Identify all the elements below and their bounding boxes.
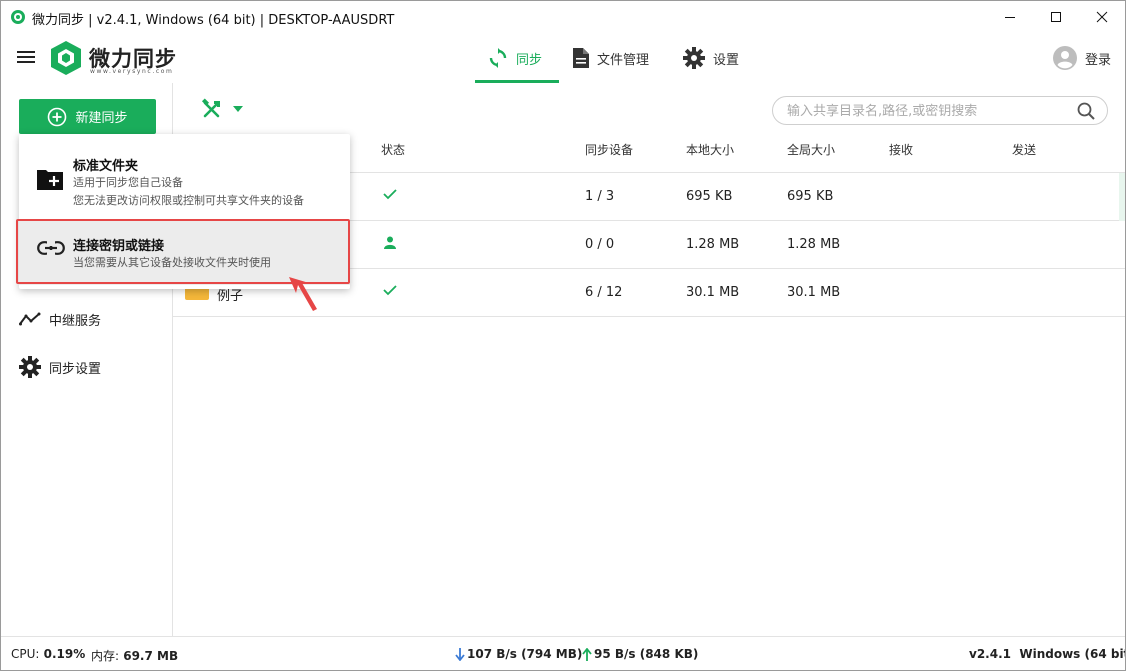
tab-file-manager-label: 文件管理 (597, 52, 650, 68)
row-global-size: 1.28 MB (787, 237, 841, 252)
login-label: 登录 (1085, 52, 1112, 68)
arrow-up-icon (582, 647, 592, 661)
new-sync-button[interactable]: 新建同步 (19, 99, 156, 134)
upload-value: 95 B/s (848 KB) (594, 647, 699, 661)
row-devices: 1 / 3 (585, 189, 615, 204)
plus-circle-icon (48, 107, 67, 126)
cpu-label: CPU: (11, 647, 40, 661)
column-header-receive: 接收 (889, 143, 914, 157)
row-scroll-accent (1119, 173, 1125, 221)
brand-url: www.verysync.com (90, 68, 174, 75)
memory-label: 内存: (91, 649, 120, 663)
upload-speed: 95 B/s (848 KB) (582, 647, 698, 661)
tools-dropdown-button[interactable] (201, 98, 243, 120)
annotation-arrow-icon (289, 277, 317, 311)
row-devices: 6 / 12 (585, 285, 623, 300)
os-value: Windows (64 bit) (1019, 647, 1126, 661)
menu-item-standard-folder-desc2: 您无法更改访问权限或控制可共享文件夹的设备 (73, 194, 304, 207)
close-button[interactable] (1079, 1, 1125, 33)
memory-value: 69.7 MB (123, 649, 179, 663)
gear-icon (683, 47, 705, 69)
cpu-value: 0.19% (43, 647, 86, 661)
row-local-size: 30.1 MB (686, 285, 740, 300)
download-speed: 107 B/s (794 MB) (455, 647, 582, 661)
title-bar: 微力同步 | v2.4.1, Windows (64 bit) | DESKTO… (1, 1, 1125, 33)
gear-icon (19, 356, 41, 378)
menu-item-standard-folder[interactable]: 标准文件夹 适用于同步您自己设备 您无法更改访问权限或控制可共享文件夹的设备 (19, 144, 350, 216)
version-value: v2.4.1 (969, 647, 1011, 661)
maximize-button[interactable] (1033, 1, 1079, 33)
tab-sync[interactable]: 同步 (488, 33, 542, 83)
sidebar-item-sync-settings[interactable]: 同步设置 (19, 355, 101, 379)
memory-usage: 内存: 69.7 MB (91, 647, 178, 664)
tools-icon (201, 98, 220, 118)
maximize-icon (1051, 12, 1061, 22)
column-header-devices: 同步设备 (585, 143, 634, 157)
column-header-local-size: 本地大小 (686, 143, 735, 157)
sidebar-item-sync-settings-label: 同步设置 (49, 361, 102, 377)
row-devices: 0 / 0 (585, 237, 615, 252)
avatar-icon (1053, 46, 1077, 70)
relay-icon (19, 312, 41, 326)
row-global-size: 30.1 MB (787, 285, 841, 300)
hamburger-menu-button[interactable] (17, 50, 35, 68)
row-local-size: 1.28 MB (686, 237, 740, 252)
minimize-icon (1005, 17, 1015, 18)
status-user-icon (384, 236, 396, 253)
window-title: 微力同步 | v2.4.1, Windows (64 bit) | DESKTO… (32, 13, 395, 28)
version-info: v2.4.1 Windows (64 bit) (969, 647, 1126, 661)
folder-add-icon (37, 170, 63, 190)
tab-settings-label: 设置 (713, 52, 740, 68)
sidebar-item-relay-label: 中继服务 (49, 313, 102, 329)
search-input[interactable] (787, 102, 1067, 120)
status-check-icon (383, 284, 397, 300)
sync-icon (489, 48, 507, 68)
cpu-usage: CPU: 0.19% (11, 647, 85, 661)
arrow-down-icon (455, 647, 465, 661)
tab-settings[interactable]: 设置 (683, 33, 739, 83)
app-icon (11, 10, 25, 24)
new-sync-label: 新建同步 (75, 111, 128, 126)
sidebar-item-relay[interactable]: 中继服务 (19, 307, 101, 331)
column-header-send: 发送 (1012, 143, 1037, 157)
status-bar: CPU: 0.19% 内存: 69.7 MB 107 B/s (794 MB) … (1, 636, 1125, 670)
search-box (772, 96, 1108, 125)
file-icon (573, 48, 589, 68)
menu-item-standard-folder-desc: 适用于同步您自己设备 (73, 176, 183, 189)
close-icon (1096, 11, 1108, 23)
logo-icon (51, 41, 81, 75)
app-window: 微力同步 | v2.4.1, Windows (64 bit) | DESKTO… (0, 0, 1126, 671)
download-value: 107 B/s (794 MB) (467, 647, 583, 661)
caret-down-icon (233, 106, 243, 112)
hamburger-icon (17, 51, 35, 63)
column-header-status: 状态 (381, 143, 406, 157)
login-button[interactable]: 登录 (1053, 33, 1111, 83)
tab-file-manager[interactable]: 文件管理 (573, 33, 649, 83)
row-global-size: 695 KB (787, 189, 834, 204)
menu-item-standard-folder-title: 标准文件夹 (73, 159, 139, 174)
status-check-icon (383, 188, 397, 204)
tab-sync-label: 同步 (516, 52, 543, 68)
active-tab-indicator (475, 80, 559, 83)
app-header: 微力同步 www.verysync.com 同步 文件管理 设置 登录 (1, 33, 1125, 83)
search-button[interactable] (1077, 102, 1095, 124)
column-header-global-size: 全局大小 (787, 143, 836, 157)
row-local-size: 695 KB (686, 189, 733, 204)
search-icon (1077, 102, 1095, 120)
minimize-button[interactable] (987, 1, 1033, 33)
